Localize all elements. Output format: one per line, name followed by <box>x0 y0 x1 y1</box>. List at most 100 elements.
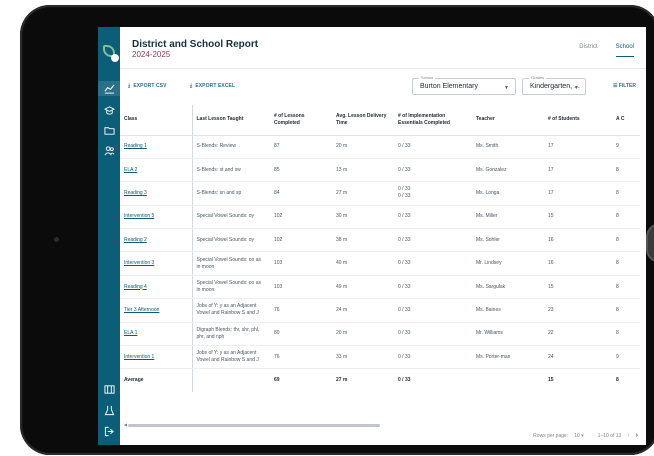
tablet-frame: District and School Report 2024-2025 Dis… <box>20 5 654 455</box>
table-cell: 8 <box>612 298 640 323</box>
col-header[interactable]: A C <box>612 105 640 136</box>
col-header[interactable]: # of Implementation Essentials Completed <box>394 105 472 136</box>
next-page-button[interactable]: › <box>636 432 638 439</box>
col-header[interactable]: Class <box>120 105 193 136</box>
table-cell: 103 <box>270 275 332 300</box>
table-cell: 0 / 33 <box>398 377 411 384</box>
folder-icon[interactable] <box>101 124 117 136</box>
class-link[interactable]: Reading 1 <box>120 135 193 159</box>
school-select[interactable]: School Burton Elementary ▼ <box>412 75 516 95</box>
tab-school[interactable]: School <box>615 44 634 57</box>
logout-icon[interactable] <box>101 425 117 437</box>
table-cell: Special Vowel Sounds: oo as in moon <box>192 275 270 300</box>
class-link[interactable]: Intervention 5 <box>120 205 193 230</box>
col-header[interactable]: Last Lesson Taught <box>192 105 270 136</box>
table-cell: 0 / 33 <box>394 251 472 276</box>
scroll-left-icon[interactable]: ◀ <box>124 422 127 427</box>
table-cell: Mr. Williams <box>472 322 544 347</box>
chevron-down-icon: ▼ <box>574 85 579 91</box>
class-link[interactable]: Tier 3 Afternoon <box>120 298 193 323</box>
table-cell: 8 <box>612 228 640 253</box>
tab-district[interactable]: District <box>579 44 597 57</box>
horizontal-scrollbar[interactable]: ◀ <box>124 422 638 427</box>
table-cell: 85 <box>270 158 332 183</box>
table-cell: Ms. Porter-man <box>472 345 544 370</box>
table-cell: 0 / 33 <box>394 228 472 253</box>
table-cell: 38 m <box>332 228 394 253</box>
table-cell: 8 <box>612 181 640 206</box>
class-link[interactable]: Reading 2 <box>120 228 193 253</box>
camera <box>54 237 59 242</box>
table-cell: 17 <box>544 158 612 183</box>
class-link[interactable]: Reading 3 <box>120 181 193 206</box>
class-link[interactable]: ELA 1 <box>120 322 193 347</box>
grades-select[interactable]: Grades Kindergarten, ... ▼ <box>522 75 586 95</box>
page-subtitle: 2024-2025 <box>132 50 171 59</box>
table-cell: 22 <box>544 322 612 347</box>
col-header[interactable]: Teacher <box>472 105 544 136</box>
col-header[interactable]: Avg. Lesson Delivery Time <box>332 105 394 136</box>
graduation-cap-icon[interactable] <box>101 104 117 116</box>
table-cell: 15 <box>544 205 612 230</box>
export-csv-button[interactable]: ⤓ EXPORT CSV <box>128 83 167 89</box>
table-row: Tier 3 Afternoon Jobs of Y: y as an Adjac… <box>120 298 640 323</box>
table-cell: 76 <box>270 345 332 370</box>
tab-bar: District School <box>579 44 634 57</box>
rows-per-page-select[interactable]: 10 ▾ <box>574 433 583 439</box>
table-cell: Mr. Lindsey <box>472 251 544 276</box>
class-link[interactable]: Intervention 3 <box>120 251 193 276</box>
library-icon[interactable] <box>101 383 117 395</box>
pagination-range: 1–10 of 13 <box>597 432 622 439</box>
class-link[interactable]: Intervention 1 <box>120 345 193 370</box>
grades-select-value: Kindergarten, ... <box>530 83 580 90</box>
report-table-container[interactable]: Class Last Lesson Taught # of Lessons Co… <box>120 105 646 393</box>
main-content: District and School Report 2024-2025 Dis… <box>120 27 646 445</box>
table-cell: Ms. Smith <box>472 135 544 159</box>
table-cell: 0 / 33 <box>394 298 472 323</box>
table-cell: 103 <box>270 251 332 276</box>
table-cell: 24 m <box>332 298 394 323</box>
col-header[interactable]: # of Students <box>544 105 612 136</box>
table-cell <box>472 369 544 392</box>
class-link[interactable]: Reading 4 <box>120 275 193 300</box>
table-cell: 30 m <box>332 205 394 230</box>
scrollbar-thumb[interactable] <box>128 424 380 427</box>
table-cell: 15 <box>548 377 554 384</box>
export-csv-label: EXPORT CSV <box>133 83 167 89</box>
table-cell: 0 / 33 <box>394 345 472 370</box>
chart-icon[interactable] <box>98 81 120 96</box>
table-cell: 0 / 33 <box>394 322 472 347</box>
table-row: Intervention 3 Special Vowel Sounds: oo a… <box>120 251 640 276</box>
page-title: District and School Report <box>132 39 259 50</box>
home-button <box>646 223 654 263</box>
col-header[interactable]: # of Lessons Completed <box>270 105 332 136</box>
average-label: Average <box>120 368 193 393</box>
table-cell: 40 m <box>332 251 394 276</box>
users-icon[interactable] <box>101 144 117 156</box>
table-body: Reading 1 S-Blends: Review 87 20 m0 / 33 Ms.… <box>120 135 640 393</box>
app-logo-icon[interactable] <box>102 45 119 62</box>
table-cell: S-Blends: sn and sp <box>192 181 270 206</box>
download-icon: ⤓ <box>128 83 131 89</box>
table-row: Intervention 1 Jobs of Y: y as an Adjacen… <box>120 345 640 370</box>
table-cell: 17 <box>544 181 612 206</box>
rows-per-page-label: Rows per page: <box>533 432 569 439</box>
flask-icon[interactable] <box>101 404 117 416</box>
table-row: Intervention 5 Special Vowel Sounds: oy 10… <box>120 205 640 230</box>
prev-page-button[interactable]: ‹ <box>627 432 629 439</box>
table-cell: Ms. Miller <box>472 205 544 230</box>
table-cell: Ms. Sohler <box>472 228 544 253</box>
table-header-row: Class Last Lesson Taught # of Lessons Co… <box>120 105 640 136</box>
table-cell: 8 <box>612 275 640 300</box>
table-cell: 8 <box>612 322 640 347</box>
table-cell: 9 <box>612 135 640 159</box>
table-cell: 9 <box>612 345 640 370</box>
sidebar <box>98 27 120 445</box>
report-table: Class Last Lesson Taught # of Lessons Co… <box>120 105 640 393</box>
table-cell: 0 / 33 <box>394 135 472 159</box>
class-link[interactable]: ELA 2 <box>120 158 193 183</box>
filter-button[interactable]: ☰ FILTER <box>613 83 636 89</box>
table-cell: 16 <box>544 228 612 253</box>
export-excel-button[interactable]: ⤓ EXPORT EXCEL <box>190 83 235 89</box>
table-cell: 20 m <box>332 135 394 159</box>
